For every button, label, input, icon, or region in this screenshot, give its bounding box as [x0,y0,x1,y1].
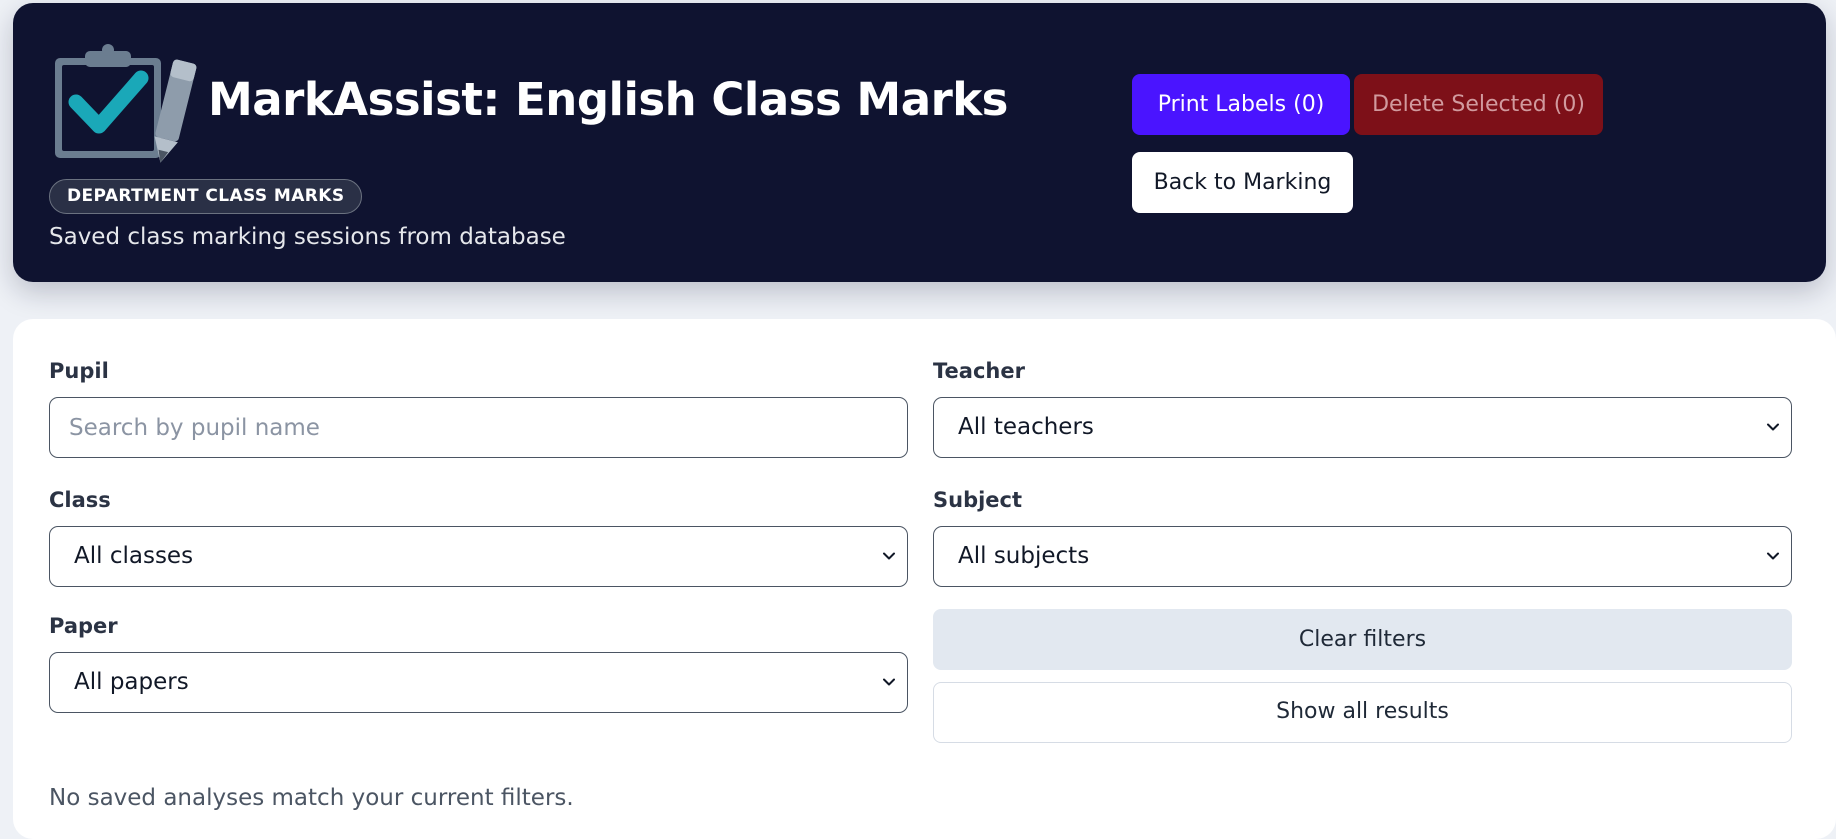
chevron-down-icon [883,678,895,686]
show-all-results-button[interactable]: Show all results [933,682,1792,743]
delete-selected-button[interactable]: Delete Selected (0) [1354,74,1603,135]
paper-select[interactable]: All papers [49,652,908,713]
teacher-select-value: All teachers [958,414,1094,440]
subject-label: Subject [933,488,1023,512]
clipboard-check-logo-icon [55,44,197,163]
pupil-label: Pupil [49,359,109,383]
class-label: Class [49,488,111,512]
class-select[interactable]: All classes [49,526,908,587]
department-badge: DEPARTMENT CLASS MARKS [49,179,363,214]
chevron-down-icon [1767,423,1779,431]
pupil-search-field [49,397,908,458]
back-to-marking-button[interactable]: Back to Marking [1132,152,1353,213]
page-subtitle: Saved class marking sessions from databa… [49,224,566,250]
teacher-select[interactable]: All teachers [933,397,1792,458]
chevron-down-icon [883,552,895,560]
filters-card: Pupil Teacher All teachers Class All cla… [13,319,1836,839]
page-title: MarkAssist: English Class Marks [208,73,1008,126]
class-select-value: All classes [74,543,194,569]
pupil-search-input[interactable] [50,398,907,457]
paper-select-value: All papers [74,669,189,695]
subject-select[interactable]: All subjects [933,526,1792,587]
empty-results-message: No saved analyses match your current fil… [49,785,574,811]
clear-filters-button[interactable]: Clear filters [933,609,1792,670]
teacher-label: Teacher [933,359,1025,383]
paper-label: Paper [49,614,118,638]
print-labels-button[interactable]: Print Labels (0) [1132,74,1350,135]
chevron-down-icon [1767,552,1779,560]
subject-select-value: All subjects [958,543,1090,569]
page-header: MarkAssist: English Class Marks DEPARTME… [13,3,1826,282]
